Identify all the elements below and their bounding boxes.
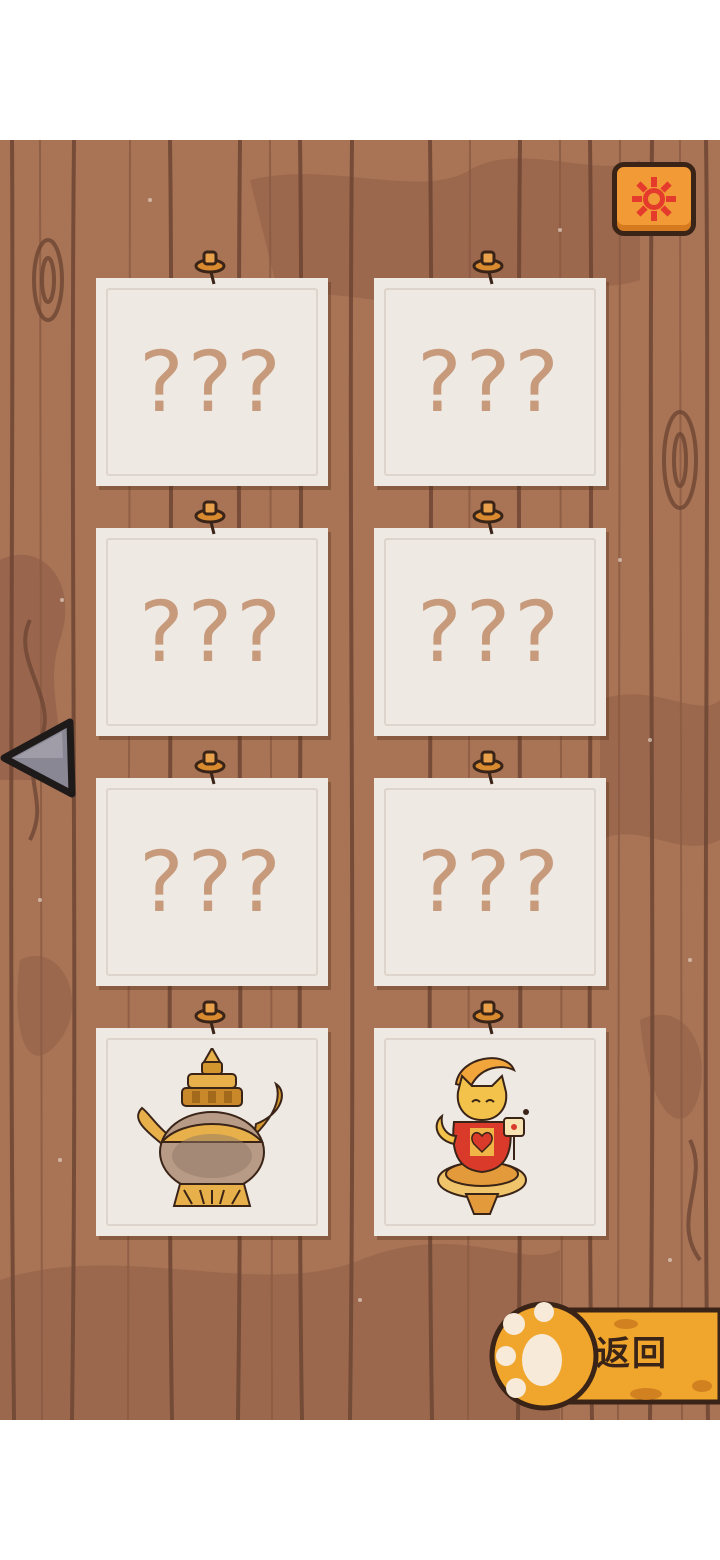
- back-button-label: 返回: [596, 1334, 668, 1374]
- collection-card-locked[interactable]: ???: [96, 250, 328, 486]
- collection-card-locked[interactable]: ???: [374, 500, 606, 736]
- settings-button[interactable]: [612, 162, 696, 236]
- collection-card-locked[interactable]: ???: [96, 500, 328, 736]
- unknown-item-label: ???: [417, 333, 563, 431]
- collection-card-locked[interactable]: ???: [374, 750, 606, 986]
- unknown-item-label: ???: [139, 583, 285, 681]
- unknown-item-label: ???: [417, 833, 563, 931]
- golden-teapot-icon: [137, 1048, 283, 1207]
- unknown-item-label: ???: [417, 583, 563, 681]
- unknown-item-label: ???: [139, 833, 285, 931]
- collection-card-cat[interactable]: [374, 1000, 606, 1236]
- unknown-item-label: ???: [139, 333, 285, 431]
- collection-card-locked[interactable]: ???: [96, 750, 328, 986]
- pushpin-icon: [194, 1000, 226, 1035]
- collection-card-locked[interactable]: ???: [374, 250, 606, 486]
- game-screen: ??? ??? ??? ??? ??? ??? 返回: [0, 140, 720, 1420]
- collection-card-teapot[interactable]: [96, 1000, 328, 1236]
- gear-icon: [632, 177, 676, 221]
- prev-page-button[interactable]: [0, 718, 80, 802]
- cat-figurine-icon: [435, 1057, 529, 1215]
- pushpin-icon: [472, 1000, 504, 1035]
